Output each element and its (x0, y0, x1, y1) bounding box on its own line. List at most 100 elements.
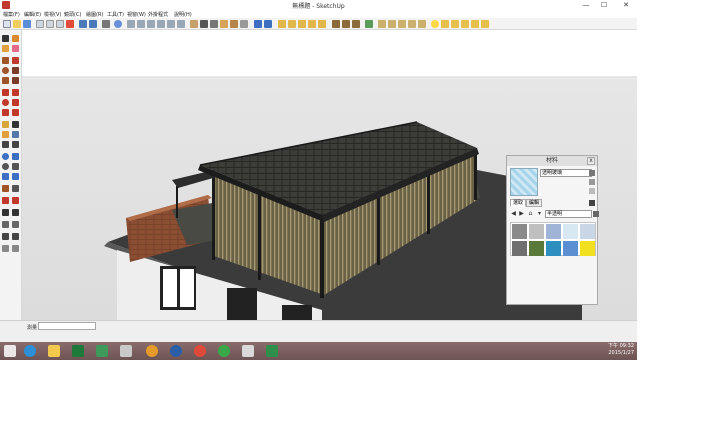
material-tool-icon[interactable] (12, 245, 19, 252)
camera-orbit-icon[interactable] (254, 20, 262, 28)
menu-edit[interactable]: 編輯(E) (24, 11, 41, 18)
freehand-icon[interactable] (12, 77, 19, 84)
chrome-icon[interactable] (194, 345, 206, 357)
shaded-icon[interactable] (220, 20, 228, 28)
menu-file[interactable]: 檔案(F) (3, 11, 20, 18)
swatch[interactable] (546, 241, 561, 256)
sandbox-icon[interactable] (378, 20, 386, 28)
swatch[interactable] (512, 241, 527, 256)
excel-icon[interactable] (72, 345, 84, 357)
file-explorer-icon[interactable] (48, 345, 60, 357)
wireframe-icon[interactable] (200, 20, 208, 28)
zoom-icon[interactable] (278, 20, 286, 28)
push-pull-icon[interactable] (12, 89, 19, 96)
rotate-tool-icon[interactable] (12, 209, 19, 216)
scene-tool-icon[interactable] (2, 233, 9, 240)
layers-tool-icon[interactable] (2, 221, 9, 228)
menu-window[interactable]: 視窗(W) (127, 11, 146, 18)
position-camera-tool-icon[interactable] (2, 185, 9, 192)
print-icon[interactable] (102, 20, 110, 28)
zoom-extents-icon[interactable] (298, 20, 306, 28)
section-tool-icon[interactable] (12, 197, 19, 204)
menu-camera[interactable]: 鏡頭(C) (64, 11, 81, 18)
add-detail-icon[interactable] (418, 20, 426, 28)
menu-help[interactable]: 說明(H) (174, 11, 192, 18)
warehouse-icon[interactable] (451, 20, 459, 28)
rectangle-icon[interactable] (2, 57, 9, 64)
walk-tool-icon[interactable] (2, 197, 9, 204)
hidden-line-icon[interactable] (210, 20, 218, 28)
look-around-tool-icon[interactable] (12, 185, 19, 192)
menu-tools[interactable]: 工具(T) (107, 11, 124, 18)
swatch[interactable] (546, 224, 561, 239)
browser-icon[interactable] (146, 345, 158, 357)
forward-arrow-icon[interactable]: ▶ (518, 210, 525, 217)
position-camera-icon[interactable] (332, 20, 340, 28)
tab-select[interactable]: 選取 (510, 199, 527, 207)
tape-measure-icon[interactable] (2, 121, 9, 128)
3d-text-icon[interactable] (12, 141, 19, 148)
set-paint-icon[interactable] (589, 179, 595, 185)
collapse-icon[interactable] (589, 188, 595, 194)
excel-task-icon[interactable] (266, 345, 278, 357)
look-around-icon[interactable] (352, 20, 360, 28)
sketchup-task-icon[interactable] (242, 345, 254, 357)
paint-bucket-icon[interactable] (2, 45, 9, 52)
swatch[interactable] (563, 224, 578, 239)
section-plane-icon[interactable] (365, 20, 373, 28)
swatch[interactable] (529, 241, 544, 256)
menu-view[interactable]: 檢視(V) (44, 11, 61, 18)
ie-icon[interactable] (24, 345, 36, 357)
model-info-icon[interactable] (114, 20, 122, 28)
new-file-icon[interactable] (3, 20, 11, 28)
shadows-icon[interactable] (431, 20, 439, 28)
undo-icon[interactable] (79, 20, 87, 28)
swatch[interactable] (512, 224, 527, 239)
dimension-icon[interactable] (12, 121, 19, 128)
right-view-icon[interactable] (157, 20, 165, 28)
top-view-icon[interactable] (137, 20, 145, 28)
axes-icon[interactable] (2, 141, 9, 148)
paste-icon[interactable] (56, 20, 64, 28)
copy-icon[interactable] (46, 20, 54, 28)
select-icon[interactable] (2, 35, 9, 42)
hand-pan-icon[interactable] (12, 153, 19, 160)
eraser-icon[interactable] (12, 45, 19, 52)
measurements-input[interactable] (38, 322, 96, 330)
close-button[interactable]: ✕ (620, 0, 632, 10)
xray-icon[interactable] (190, 20, 198, 28)
swatch[interactable] (580, 241, 595, 256)
media-icon[interactable] (120, 345, 132, 357)
zoom-window-icon[interactable] (288, 20, 296, 28)
protractor-icon[interactable] (2, 131, 9, 138)
smoove-icon[interactable] (388, 20, 396, 28)
iso-view-icon[interactable] (127, 20, 135, 28)
polygon-icon[interactable] (2, 77, 9, 84)
fog-icon[interactable] (441, 20, 449, 28)
monochrome-icon[interactable] (240, 20, 248, 28)
line-app-icon[interactable] (218, 345, 230, 357)
pan-icon[interactable] (264, 20, 272, 28)
material-category-select[interactable]: 半透明 (545, 210, 592, 218)
in-model-icon[interactable]: ▾ (536, 210, 543, 217)
materials-close-button[interactable]: x (587, 157, 595, 165)
text-icon[interactable] (12, 131, 19, 138)
shaded-texture-icon[interactable] (230, 20, 238, 28)
component-tool-icon[interactable] (2, 245, 9, 252)
eyedropper-icon[interactable] (589, 200, 595, 206)
circle-icon[interactable] (2, 67, 9, 74)
create-material-icon[interactable] (589, 170, 595, 176)
previous-tool-icon[interactable] (12, 173, 19, 180)
swatch[interactable] (529, 224, 544, 239)
swatch[interactable] (563, 241, 578, 256)
zoom-window-tool-icon[interactable] (12, 163, 19, 170)
scale-icon[interactable] (2, 109, 9, 116)
material-name-field[interactable]: 透明玻璃 (540, 169, 592, 177)
layout-icon[interactable] (481, 20, 489, 28)
share-model-icon[interactable] (461, 20, 469, 28)
back-view-icon[interactable] (167, 20, 175, 28)
front-view-icon[interactable] (147, 20, 155, 28)
erase-icon[interactable] (66, 20, 74, 28)
arc-icon[interactable] (12, 67, 19, 74)
ie-blue-icon[interactable] (170, 345, 182, 357)
